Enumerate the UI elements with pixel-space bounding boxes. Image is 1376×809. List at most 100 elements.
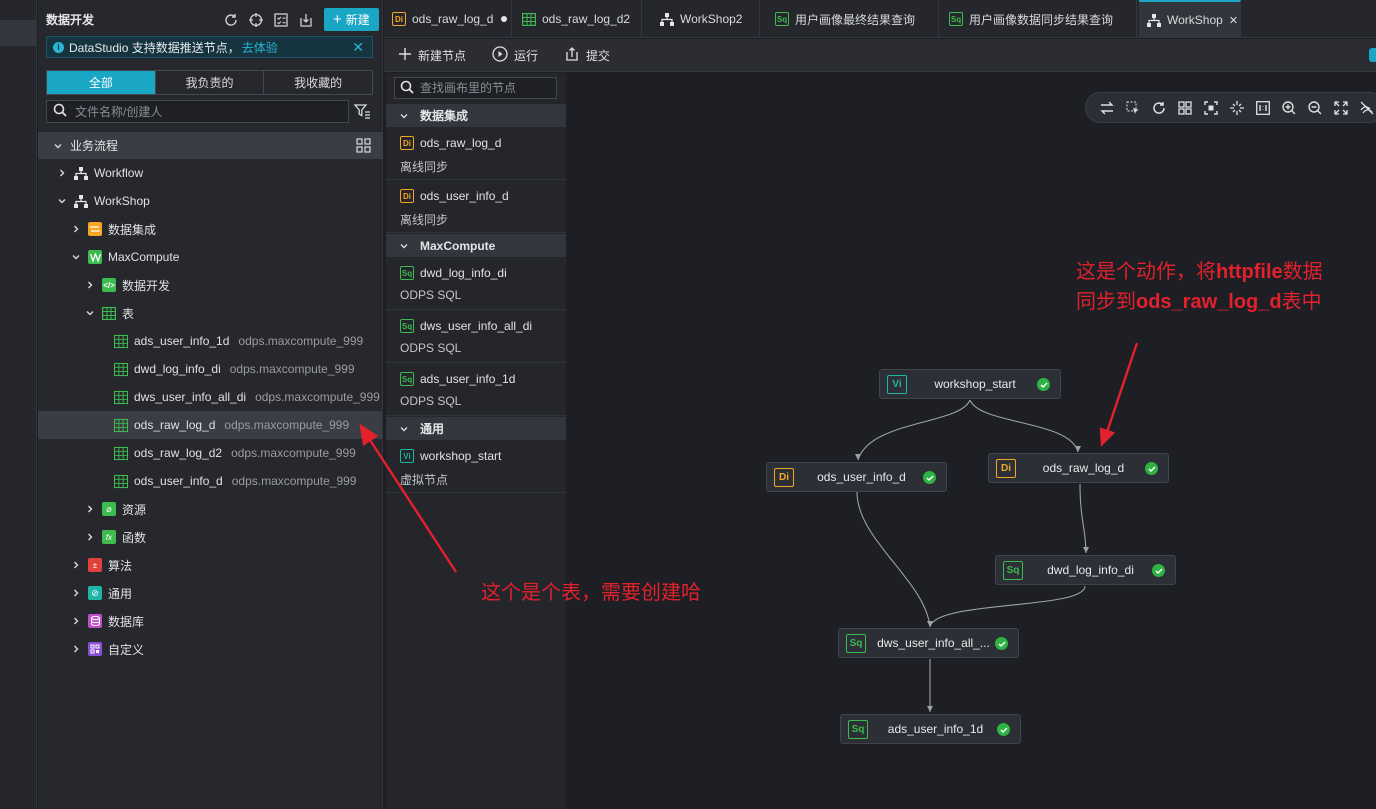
table-name: ods_user_info_d xyxy=(134,474,223,488)
node-list-item[interactable]: Sq dws_user_info_all_di ODPS SQL xyxy=(386,311,566,363)
locate-icon[interactable] xyxy=(247,11,265,29)
search-icon xyxy=(400,80,414,97)
chevron-down-icon xyxy=(398,241,410,251)
code-icon: </> xyxy=(102,278,116,292)
panel-edge-tab[interactable] xyxy=(1369,48,1376,62)
checklist-icon[interactable] xyxy=(272,11,290,29)
tab-profile-final-query[interactable]: Sq 用户画像最终结果查询 xyxy=(767,0,939,38)
table-name: ads_user_info_1d xyxy=(134,334,230,348)
tree-item-resources[interactable]: ⌀ 资源 xyxy=(84,495,146,523)
fit-view-icon[interactable] xyxy=(1202,99,1220,117)
tree-label: Workflow xyxy=(94,166,144,180)
close-icon[interactable]: ✕ xyxy=(1229,14,1238,27)
node-list-item[interactable]: Sq dwd_log_info_di ODPS SQL xyxy=(386,258,566,310)
table-row[interactable]: ads_user_info_1d odps.maxcompute_999 xyxy=(114,327,363,355)
new-button[interactable]: + 新建 xyxy=(324,8,379,31)
success-check-icon xyxy=(1152,564,1165,577)
file-search-input[interactable] xyxy=(75,104,325,119)
grid-view-icon[interactable] xyxy=(356,138,371,156)
section-title: 业务流程 xyxy=(70,139,119,153)
node-name: ads_user_info_1d xyxy=(420,372,516,386)
activity-item-selected[interactable] xyxy=(0,20,37,46)
close-icon[interactable]: ✕ xyxy=(352,39,364,56)
tree-item-custom[interactable]: 自定义 xyxy=(70,635,144,663)
node-list-item[interactable]: Vi workshop_start 虚拟节点 xyxy=(386,441,566,493)
node-list-item[interactable]: Di ods_raw_log_d 离线同步 xyxy=(386,128,566,180)
node-dws-user-info-all[interactable]: Sq dws_user_info_all_... xyxy=(838,628,1019,658)
tree-item-data-dev[interactable]: </> 数据开发 xyxy=(84,271,170,299)
tree-item-tables[interactable]: 表 xyxy=(84,299,134,327)
submit-button[interactable]: 提交 xyxy=(564,46,610,65)
filter-tabs: 全部 我负责的 我收藏的 xyxy=(46,70,373,95)
table-row[interactable]: ods_user_info_d odps.maxcompute_999 xyxy=(114,467,356,495)
node-list-item[interactable]: Sq ads_user_info_1d ODPS SQL xyxy=(386,364,566,416)
layout-grid-icon[interactable] xyxy=(1176,99,1194,117)
tree-item-general[interactable]: ⊘ 通用 xyxy=(70,579,132,607)
tab-profile-sync-query[interactable]: Sq 用户画像数据同步结果查询 xyxy=(941,0,1137,38)
banner-link[interactable]: 去体验 xyxy=(242,39,278,56)
refresh-icon[interactable] xyxy=(222,11,240,29)
run-button[interactable]: 运行 xyxy=(492,45,538,65)
table-row[interactable]: dws_user_info_all_di odps.maxcompute_999 xyxy=(114,383,380,411)
node-ads-user-info-1d[interactable]: Sq ads_user_info_1d xyxy=(840,714,1021,744)
tree-item-data-integration[interactable]: 数据集成 xyxy=(70,215,156,243)
table-row[interactable]: ods_raw_log_d2 odps.maxcompute_999 xyxy=(114,439,356,467)
table-icon xyxy=(114,474,128,488)
tree-label: 算法 xyxy=(108,558,133,573)
tree-item-algorithm[interactable]: ± 算法 xyxy=(70,551,132,579)
zoom-in-icon[interactable] xyxy=(1280,99,1298,117)
workflow-icon xyxy=(74,166,88,180)
zoom-out-icon[interactable] xyxy=(1306,99,1324,117)
node-ods-raw-log-d[interactable]: Di ods_raw_log_d xyxy=(988,453,1169,483)
node-ods-user-info-d[interactable]: Di ods_user_info_d xyxy=(766,462,947,492)
chevron-down-icon xyxy=(56,196,68,206)
activity-bar xyxy=(0,0,37,809)
tree-label: 通用 xyxy=(108,586,133,601)
swap-icon[interactable] xyxy=(1098,99,1116,117)
business-flow-section[interactable]: 业务流程 xyxy=(38,132,383,159)
tab-workshop2[interactable]: WorkShop2 xyxy=(652,0,760,38)
tree-item-maxcompute[interactable]: MaxCompute xyxy=(70,243,179,271)
chevron-down-icon xyxy=(52,141,64,151)
new-node-button[interactable]: 新建节点 xyxy=(398,47,466,64)
node-group-data-integration[interactable]: 数据集成 xyxy=(386,104,566,127)
node-group-maxcompute[interactable]: MaxCompute xyxy=(386,234,566,257)
sq-icon: Sq xyxy=(400,372,414,386)
fullscreen-icon[interactable] xyxy=(1332,99,1350,117)
tab-mine[interactable]: 我负责的 xyxy=(156,71,265,94)
refresh-icon[interactable] xyxy=(1150,99,1168,117)
tree-label: 数据集成 xyxy=(108,222,157,237)
workflow-canvas[interactable] xyxy=(567,73,1376,809)
explorer-title: 数据开发 xyxy=(46,13,95,27)
tab-all[interactable]: 全部 xyxy=(47,71,156,94)
sq-icon: Sq xyxy=(848,720,868,739)
general-icon: ⊘ xyxy=(88,586,102,600)
tab-ods-raw-log-d[interactable]: Di ods_raw_log_d xyxy=(384,0,512,38)
annotation-table-note: 这个是个表，需要创建哈 xyxy=(481,582,701,604)
tree-item-workflow[interactable]: Workflow xyxy=(56,159,143,187)
filter-icon[interactable] xyxy=(353,102,371,123)
tab-favorites[interactable]: 我收藏的 xyxy=(264,71,372,94)
actual-size-icon[interactable] xyxy=(1254,99,1272,117)
tab-workshop-active[interactable]: WorkShop ✕ xyxy=(1139,0,1241,38)
node-dwd-log-info-di[interactable]: Sq dwd_log_info_di xyxy=(995,555,1176,585)
tab-ods-raw-log-d2[interactable]: ods_raw_log_d2 xyxy=(514,0,642,38)
tree-item-database[interactable]: 数据库 xyxy=(70,607,144,635)
node-list-item[interactable]: Di ods_user_info_d 离线同步 xyxy=(386,181,566,233)
hide-lines-icon[interactable] xyxy=(1358,99,1376,117)
tree-item-workshop[interactable]: WorkShop xyxy=(56,187,150,215)
table-row-selected[interactable]: ods_raw_log_d odps.maxcompute_999 xyxy=(38,411,382,439)
node-search-input[interactable] xyxy=(420,81,550,95)
tree-label: MaxCompute xyxy=(108,250,180,264)
table-row[interactable]: dwd_log_info_di odps.maxcompute_999 xyxy=(114,355,355,383)
chevron-right-icon xyxy=(56,168,68,178)
annotation-action-note: 这是个动作，将httpfile数据 同步到ods_raw_log_d表中 xyxy=(1076,257,1323,317)
chevron-right-icon xyxy=(84,280,96,290)
center-icon[interactable] xyxy=(1228,99,1246,117)
import-icon[interactable] xyxy=(297,11,315,29)
node-group-general[interactable]: 通用 xyxy=(386,417,566,440)
select-icon[interactable] xyxy=(1124,99,1142,117)
node-workshop-start[interactable]: Vi workshop_start xyxy=(879,369,1061,399)
tree-item-functions[interactable]: fx 函数 xyxy=(84,523,146,551)
node-name: ods_raw_log_d xyxy=(420,136,502,150)
